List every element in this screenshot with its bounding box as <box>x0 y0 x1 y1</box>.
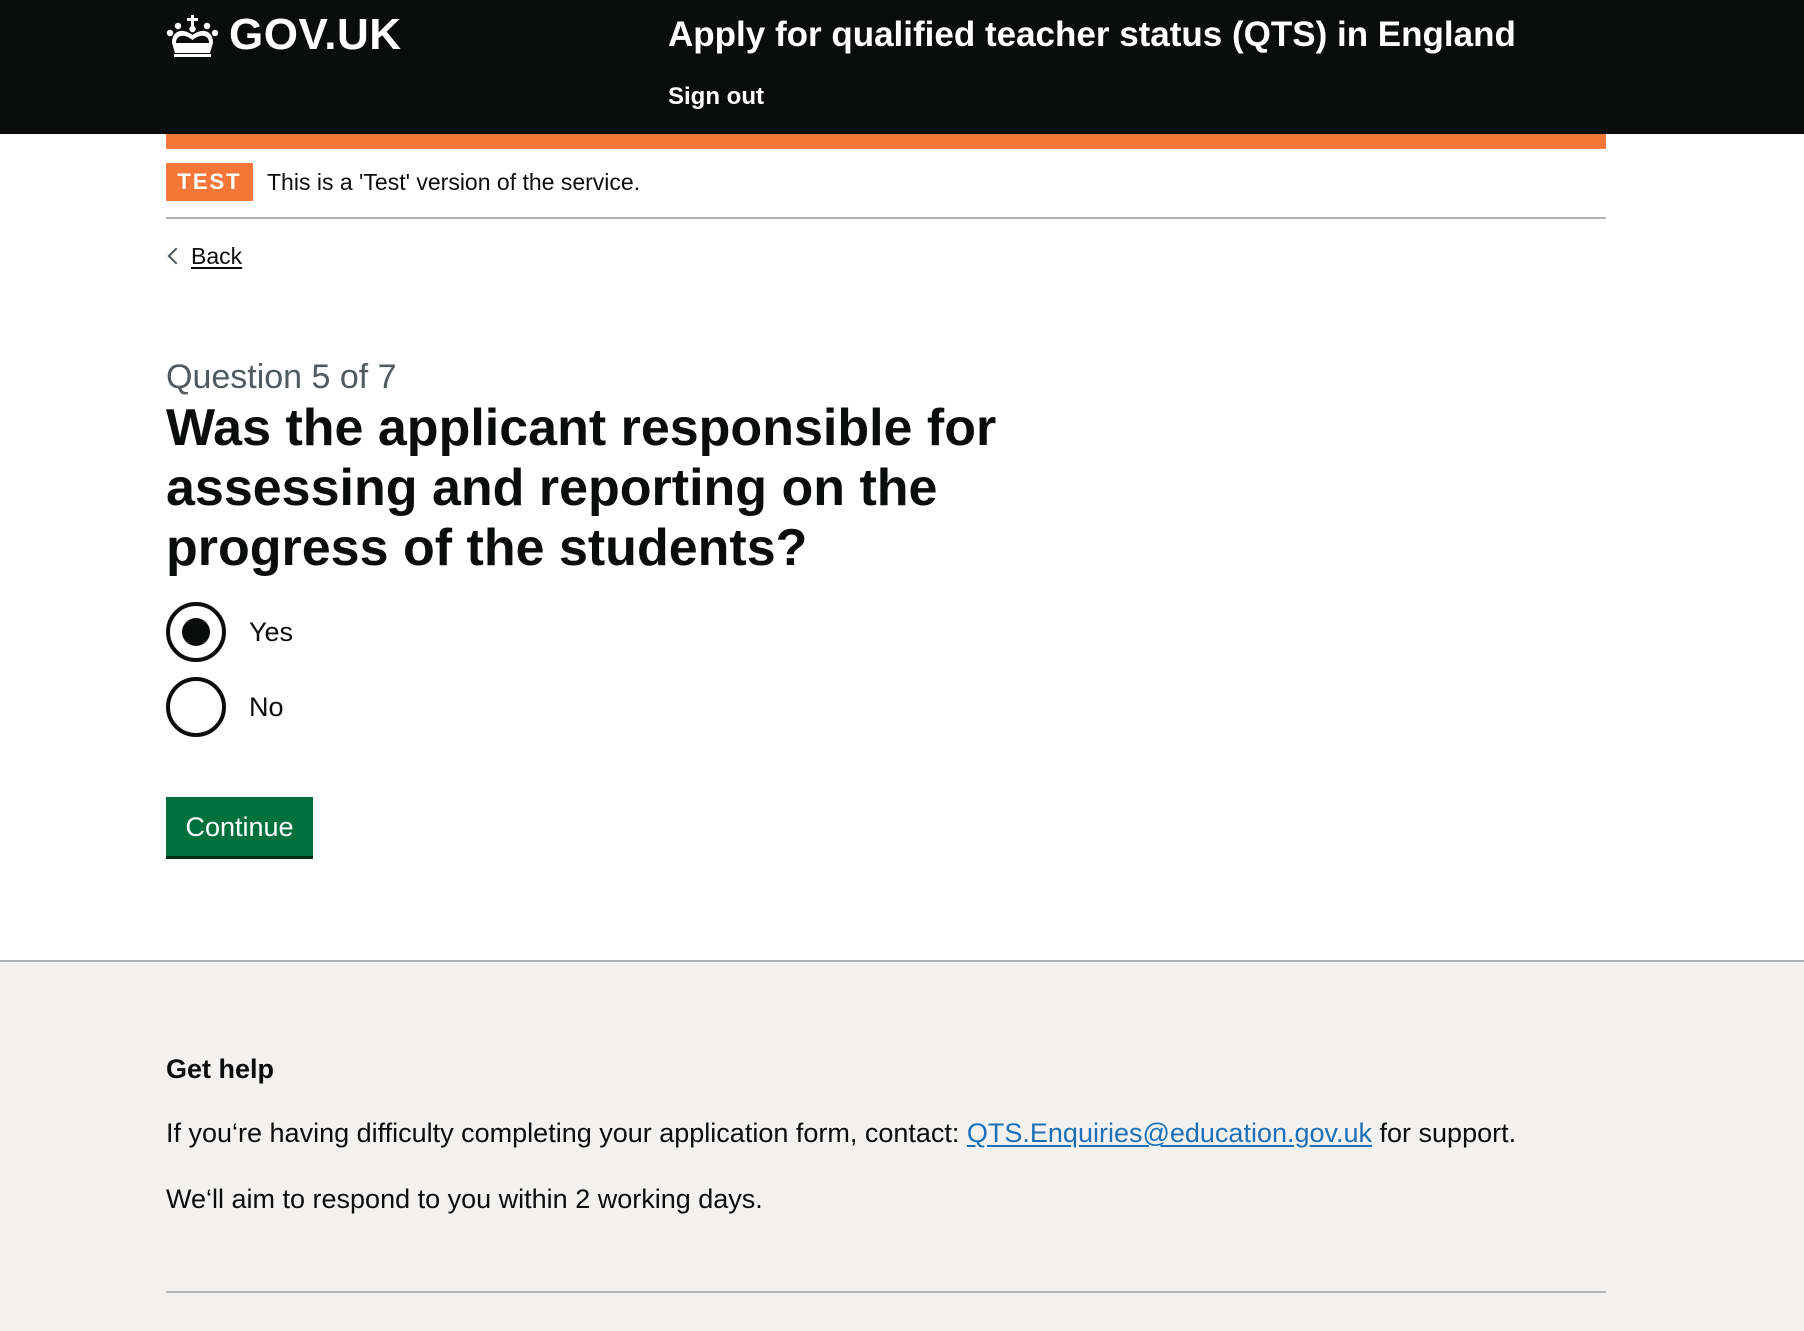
logo-text: GOV.UK <box>229 10 402 59</box>
radio-option-yes[interactable]: Yes <box>166 602 293 662</box>
service-name[interactable]: Apply for qualified teacher status (QTS)… <box>668 12 1516 58</box>
help-contact-prefix: If you‘re having difficulty completing y… <box>166 1118 967 1148</box>
help-contact-suffix: for support. <box>1372 1118 1517 1148</box>
govuk-logo-link[interactable]: GOV.UK <box>166 10 402 60</box>
crown-icon <box>166 13 219 57</box>
back-link[interactable]: Back <box>166 240 242 272</box>
chevron-left-icon <box>167 247 185 265</box>
footer-heading: Get help <box>166 1054 275 1084</box>
footer-divider <box>166 1291 1606 1293</box>
help-contact-text: If you‘re having difficulty completing y… <box>166 1115 1516 1151</box>
radio-button-no[interactable] <box>166 677 226 737</box>
question-heading: Was the applicant responsible for assess… <box>166 399 997 577</box>
question-caption: Question 5 of 7 <box>166 358 397 396</box>
radio-button-yes[interactable] <box>166 602 226 662</box>
continue-button[interactable]: Continue <box>166 797 313 856</box>
radio-label-yes: Yes <box>249 617 294 647</box>
phase-tag: TEST <box>166 163 253 201</box>
sign-out-link[interactable]: Sign out <box>668 81 764 113</box>
phase-banner: TEST This is a 'Test' version of the ser… <box>166 149 1606 219</box>
phase-colour-bar <box>166 134 1606 149</box>
radio-option-no[interactable]: No <box>166 677 284 737</box>
site-footer: Get help If you‘re having difficulty com… <box>0 960 1804 1331</box>
help-email-link[interactable]: QTS.Enquiries@education.gov.uk <box>967 1118 1372 1148</box>
response-time-text: We‘ll aim to respond to you within 2 wor… <box>166 1184 763 1214</box>
site-header: GOV.UK Apply for qualified teacher statu… <box>0 0 1804 134</box>
radio-label-no: No <box>249 692 284 722</box>
phase-banner-text: This is a 'Test' version of the service. <box>267 169 641 195</box>
back-link-label: Back <box>191 243 243 269</box>
